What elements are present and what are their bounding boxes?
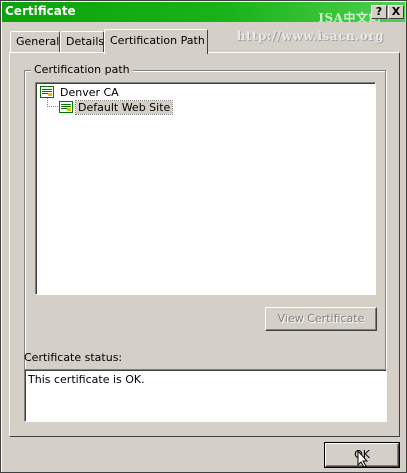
certificate-status-label: Certificate status: [24,351,123,364]
tree-connector-horizontal [47,106,58,107]
certificate-icon [40,86,54,98]
certificate-status-text: This certificate is OK. [28,373,145,386]
help-button[interactable]: ? [371,5,387,19]
tab-certification-path[interactable]: Certification Path [104,29,208,54]
tab-general[interactable]: General [10,31,60,52]
group-label: Certification path [31,63,133,76]
certificate-status-box[interactable]: This certificate is OK. [24,369,387,422]
tab-details[interactable]: Details [60,31,104,52]
certification-path-tree[interactable]: Denver CA Default Web Site [35,82,376,295]
close-button[interactable]: X [388,5,404,19]
watermark-url: http://www.isacn.org [236,29,384,43]
tree-node-root[interactable]: Denver CA [39,85,129,101]
ok-button[interactable]: OK [324,442,400,468]
tree-node-label: Default Web Site [74,100,174,115]
certificate-icon [59,101,73,113]
certificate-dialog: Certificate ISA中文站 ? X http://www.isacn.… [0,0,407,473]
view-certificate-button[interactable]: View Certificate [265,307,377,331]
window-title: Certificate [5,4,76,18]
tab-panel: Certification path Denver CA Default Web… [9,52,400,437]
certification-path-group: Certification path Denver CA Default Web… [24,63,386,397]
title-bar[interactable]: Certificate ISA中文站 ? X [2,2,405,22]
tree-node-label: Denver CA [60,86,119,99]
tree-node-child[interactable]: Default Web Site [58,100,174,116]
